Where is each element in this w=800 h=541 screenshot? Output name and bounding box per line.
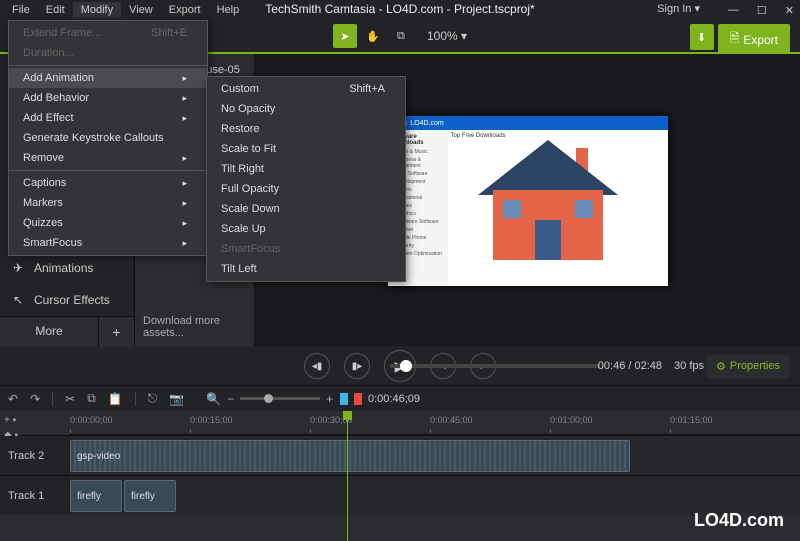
watermark: LO4D.com	[694, 510, 784, 531]
menu-item[interactable]: Add Animation▸	[9, 68, 207, 88]
ruler[interactable]: 0:00:00;000:00:15;000:00:30;000:00:45;00…	[70, 411, 800, 435]
submenu-item[interactable]: Tilt Left	[207, 259, 405, 279]
screenshot-icon[interactable]: 📷	[169, 392, 184, 406]
menu-item[interactable]: Quizzes▸	[9, 213, 207, 233]
step-back-button[interactable]: ▮▸	[344, 353, 370, 379]
menu-item[interactable]: Add Behavior▸	[9, 88, 207, 108]
fps-display[interactable]: 30 fps	[674, 360, 704, 372]
zoom-knob[interactable]	[264, 394, 273, 403]
submenu-item[interactable]: Scale Down	[207, 199, 405, 219]
track-1-content[interactable]: firefly firefly	[70, 476, 800, 515]
preview-logo-text: ⬇ LO4D.com	[403, 119, 444, 127]
timecode-display: 0:00:46;09	[368, 393, 420, 405]
more-button[interactable]: More	[0, 317, 98, 347]
timeline: + ▪ ◆ ▪ 0:00:00;000:00:15;000:00:30;000:…	[0, 411, 800, 541]
split-icon[interactable]: ⎋	[148, 391, 158, 406]
submenu-item[interactable]: Tilt Right	[207, 159, 405, 179]
menu-item: Duration...	[9, 43, 207, 63]
menu-help[interactable]: Help	[209, 2, 248, 18]
menu-edit[interactable]: Edit	[38, 2, 73, 18]
clip-firefly-2[interactable]: firefly	[124, 480, 176, 512]
submenu-item[interactable]: No Opacity	[207, 99, 405, 119]
prev-clip-button[interactable]: ◂▮	[304, 353, 330, 379]
menu-item[interactable]: Add Effect▸	[9, 108, 207, 128]
cut-icon[interactable]: ✂	[65, 392, 75, 406]
submenu-item[interactable]: Full Opacity	[207, 179, 405, 199]
menu-item: Extend Frame...Shift+E	[9, 23, 207, 43]
submenu-item: SmartFocus	[207, 239, 405, 259]
menu-view[interactable]: View	[121, 2, 161, 18]
menu-item[interactable]: Remove▸	[9, 148, 207, 168]
track-1-label[interactable]: Track 1	[0, 476, 70, 515]
menu-item[interactable]: Generate Keystroke Callouts	[9, 128, 207, 148]
marker-out-icon[interactable]	[354, 393, 362, 405]
submenu-item[interactable]: Scale to Fit	[207, 139, 405, 159]
close-icon[interactable]: ✕	[785, 4, 794, 17]
submenu-item[interactable]: Restore	[207, 119, 405, 139]
clip-gsp-video[interactable]: gsp-video	[70, 440, 630, 472]
menu-modify[interactable]: Modify	[73, 2, 121, 18]
download-assets-link[interactable]: Download more assets...	[135, 307, 254, 347]
zoom-out-icon[interactable]: −	[227, 392, 234, 406]
submenu-item[interactable]: Scale Up	[207, 219, 405, 239]
download-button-icon[interactable]: ⬇	[690, 24, 714, 50]
preview-frame: ⬇ LO4D.com Software Downloads ■ Audio & …	[388, 116, 668, 286]
copy-icon[interactable]: ⧉	[87, 391, 96, 406]
export-button[interactable]: 🗎 Export	[718, 24, 790, 55]
paste-icon[interactable]: 📋	[108, 392, 123, 406]
sidebar-item-cursor-effects[interactable]: ↖ Cursor Effects	[0, 284, 134, 316]
menu-export[interactable]: Export	[161, 2, 209, 18]
zoom-slider[interactable]	[240, 397, 320, 400]
animations-icon: ✈	[10, 260, 26, 276]
window-controls: — ☐ ✕	[728, 0, 794, 20]
menu-item[interactable]: Captions▸	[9, 173, 207, 193]
zoom-fit-icon[interactable]: 🔍	[206, 392, 221, 406]
scrub-bar[interactable]	[390, 364, 600, 368]
signin-dropdown[interactable]: Sign In ▾	[657, 2, 700, 15]
undo-icon[interactable]: ↶	[8, 392, 18, 406]
redo-icon[interactable]: ↷	[30, 392, 40, 406]
pan-tool-icon[interactable]: ✋	[361, 24, 385, 48]
house-illustration	[478, 140, 618, 260]
track-2-content[interactable]: gsp-video	[70, 436, 800, 475]
menu-file[interactable]: File	[4, 2, 38, 18]
clip-firefly-1[interactable]: firefly	[70, 480, 122, 512]
sidebar-item-animations[interactable]: ✈ Animations	[0, 252, 134, 284]
zoom-dropdown[interactable]: 100% ▾	[427, 29, 467, 43]
sidebar-label: Cursor Effects	[34, 293, 110, 307]
add-animation-submenu: CustomShift+ANo OpacityRestoreScale to F…	[206, 76, 406, 282]
timeline-toolbar: ↶ ↷ ✂ ⧉ 📋 ⎋ 📷 🔍 − + 0:00:46;09	[0, 385, 800, 411]
menu-item[interactable]: Markers▸	[9, 193, 207, 213]
cursor-icon: ↖	[10, 292, 26, 308]
marker-in-icon[interactable]	[340, 393, 348, 405]
select-tool-icon[interactable]: ➤	[333, 24, 357, 48]
scrub-knob[interactable]	[400, 360, 412, 372]
submenu-item[interactable]: CustomShift+A	[207, 79, 405, 99]
properties-button[interactable]: ⚙ Properties	[706, 355, 790, 378]
minimize-icon[interactable]: —	[728, 4, 739, 16]
zoom-in-icon[interactable]: +	[326, 392, 333, 406]
menu-item[interactable]: SmartFocus▸	[9, 233, 207, 253]
maximize-icon[interactable]: ☐	[757, 4, 767, 17]
track-2-label[interactable]: Track 2	[0, 436, 70, 475]
track-add-icon[interactable]: + ▪	[4, 415, 66, 426]
crop-tool-icon[interactable]: ⧉	[389, 24, 413, 48]
transport-bar: ◂▮ ▮▸ ▶ ◂ ▸ 00:46 / 02:48 30 fps ⚙ Prope…	[0, 347, 800, 385]
playhead[interactable]	[347, 411, 348, 541]
add-button[interactable]: +	[98, 317, 134, 347]
modify-menu-dropdown: Extend Frame...Shift+EDuration... Add Ani…	[8, 20, 208, 256]
time-display: 00:46 / 02:48	[598, 360, 662, 372]
sidebar-label: Animations	[34, 261, 93, 275]
